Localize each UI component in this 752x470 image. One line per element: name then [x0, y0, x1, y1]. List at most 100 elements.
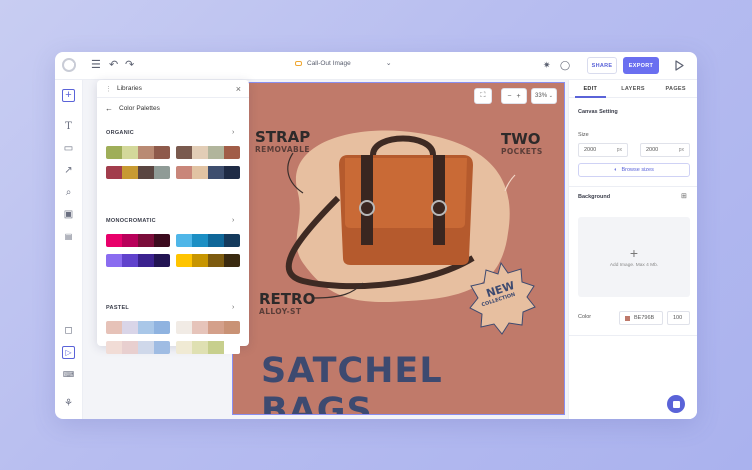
cursor-tool-icon[interactable]: ▷: [62, 346, 75, 359]
color-palette[interactable]: [106, 166, 170, 179]
libraries-panel: ⋮ Libraries × ← Color Palettes ORGANIC › M…: [97, 80, 249, 354]
opacity-field[interactable]: 100: [667, 311, 690, 325]
color-palette[interactable]: [106, 321, 170, 334]
chevron-right-icon[interactable]: ›: [232, 217, 234, 224]
palette-swatch: [122, 321, 138, 334]
color-palette[interactable]: [106, 341, 170, 354]
share-button[interactable]: SHARE: [587, 57, 617, 74]
add-image-dropzone[interactable]: + Add Image. Max 4 Mb.: [578, 217, 690, 297]
chat-button[interactable]: [667, 395, 685, 413]
redo-icon[interactable]: ↷: [125, 58, 134, 72]
keyboard-icon[interactable]: ⌨: [62, 368, 75, 381]
color-palette[interactable]: [176, 321, 240, 334]
drag-handle-icon[interactable]: ⋮: [105, 85, 112, 93]
palette-swatch: [176, 254, 192, 267]
plus-icon: +: [629, 244, 639, 261]
opacity-value: 100: [673, 315, 683, 321]
color-palette[interactable]: [106, 234, 170, 247]
color-palette[interactable]: [176, 146, 240, 159]
palette-swatch: [106, 254, 122, 267]
color-palette[interactable]: [106, 254, 170, 267]
height-unit: px: [678, 147, 684, 153]
zoom-controls: ⛶ − + 33% ⌄: [474, 88, 577, 104]
palette-swatch: [192, 341, 208, 354]
chevron-right-icon[interactable]: ›: [232, 129, 234, 136]
pattern-icon[interactable]: ⊞: [681, 192, 687, 200]
height-field[interactable]: 2000 px: [640, 143, 690, 157]
close-icon[interactable]: ×: [236, 84, 241, 94]
export-button[interactable]: EXPORT: [623, 57, 659, 74]
palette-swatch: [176, 321, 192, 334]
callout-alloy: ALLOY-ST: [259, 307, 302, 316]
divider: [569, 186, 697, 187]
palette-swatch: [192, 254, 208, 267]
left-toolbar: + T ▭ ↗ ⌕ ▣ ▤ ◻ ▷ ⌨ ⚘: [55, 80, 83, 419]
color-palette[interactable]: [176, 234, 240, 247]
palette-swatch: [208, 166, 224, 179]
callout-arrow: [504, 174, 516, 192]
settings-icon[interactable]: ⚘: [62, 397, 75, 410]
color-palette[interactable]: [176, 341, 240, 354]
palette-swatch: [192, 146, 208, 159]
table-tool-icon[interactable]: ▤: [62, 230, 75, 243]
libraries-header: ⋮ Libraries ×: [97, 80, 249, 98]
color-palette[interactable]: [106, 146, 170, 159]
document-icon: [295, 60, 302, 66]
color-palette[interactable]: [176, 166, 240, 179]
palette-swatch: [224, 234, 240, 247]
palette-swatch: [176, 146, 192, 159]
color-palettes-nav[interactable]: ← Color Palettes: [97, 98, 249, 118]
color-label: Color: [578, 314, 592, 320]
palette-swatch: [122, 254, 138, 267]
document-title[interactable]: Call-Out Image ⌄: [295, 59, 455, 67]
fit-screen-icon[interactable]: ⛶: [474, 88, 492, 104]
zoom-stepper[interactable]: − +: [501, 88, 527, 104]
palette-section-title: ORGANIC: [106, 130, 135, 136]
comment-icon[interactable]: ◯: [560, 58, 570, 72]
chevron-right-icon[interactable]: ›: [232, 304, 234, 311]
browse-sizes-button[interactable]: ◐ Browse sizes: [578, 163, 690, 177]
palette-swatch: [192, 166, 208, 179]
palette-swatch: [138, 254, 154, 267]
callout-retro: RETRO: [259, 290, 316, 308]
add-image-hint: Add Image. Max 4 Mb.: [609, 262, 659, 268]
frame-icon[interactable]: ◻: [62, 324, 75, 337]
chat-icon: [672, 400, 680, 408]
headline[interactable]: SATCHEL BAGS: [261, 351, 564, 414]
color-palette[interactable]: [176, 254, 240, 267]
palette-swatch: [138, 166, 154, 179]
palette-swatch: [106, 166, 122, 179]
arrow-tool-icon[interactable]: ↗: [62, 164, 75, 177]
search-icon[interactable]: ⌕: [62, 186, 75, 199]
zoom-in-icon[interactable]: +: [517, 93, 521, 100]
back-arrow-icon[interactable]: ←: [105, 104, 113, 113]
editor-window: ☰ ↶ ↷ Call-Out Image ⌄ ✷ ◯ SHARE EXPORT …: [55, 52, 697, 419]
zoom-out-icon[interactable]: −: [507, 93, 511, 100]
palette-swatch: [192, 234, 208, 247]
width-field[interactable]: 2000 px: [578, 143, 628, 157]
artboard[interactable]: STRAP REMOVABLE TWO POCKETS RETRO ALLOY-…: [232, 82, 565, 415]
add-element-icon[interactable]: +: [62, 89, 75, 102]
tab-layers[interactable]: LAYERS: [612, 80, 655, 97]
callout-pockets: POCKETS: [501, 147, 543, 156]
zoom-select[interactable]: 33% ⌄: [531, 88, 557, 104]
shape-tool-icon[interactable]: ▭: [62, 142, 75, 155]
text-tool-icon[interactable]: T: [62, 120, 75, 133]
menu-icon[interactable]: ☰: [91, 58, 101, 72]
callout-strap: STRAP: [255, 128, 311, 146]
palette-swatch: [122, 341, 138, 354]
zoom-value: 33%: [535, 93, 548, 99]
palette-section-title: MONOCROMATIC: [106, 218, 156, 224]
image-tool-icon[interactable]: ▣: [62, 208, 75, 221]
color-swatch[interactable]: [625, 315, 630, 321]
undo-icon[interactable]: ↶: [109, 58, 118, 72]
size-label: Size: [578, 132, 589, 138]
palette-swatch: [106, 234, 122, 247]
play-icon[interactable]: [675, 60, 684, 71]
browse-sizes-label: Browse sizes: [621, 167, 654, 173]
color-hex-field[interactable]: BE796B: [619, 311, 663, 325]
app-logo-icon[interactable]: [62, 58, 76, 72]
sun-icon[interactable]: ✷: [543, 58, 551, 72]
tab-pages[interactable]: PAGES: [654, 80, 697, 97]
palette-swatch: [106, 321, 122, 334]
